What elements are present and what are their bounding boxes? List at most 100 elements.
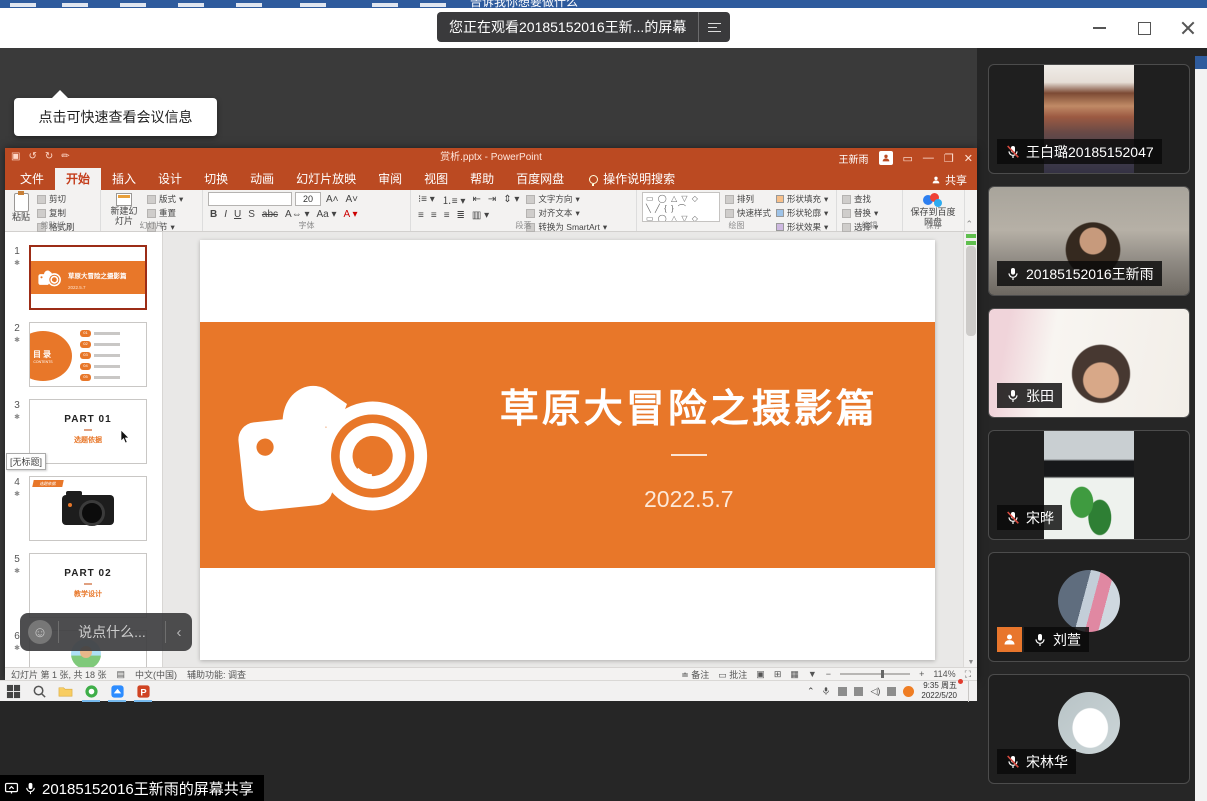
zoom-in-button[interactable]: + bbox=[919, 669, 924, 679]
decrease-indent-button[interactable]: ⇤ bbox=[470, 194, 482, 205]
shape-gallery[interactable]: ▭ ◯ △ ▽ ◇╲ ╱ { } ⌒▭ ◯ △ ▽ ◇ bbox=[642, 192, 720, 222]
text-direction-button[interactable]: 文字方向 ▾ bbox=[526, 193, 607, 205]
language-status[interactable]: 中文(中国) bbox=[135, 668, 177, 681]
participant-tile-1[interactable]: 王白璐20185152047 bbox=[988, 64, 1190, 174]
font-size-select[interactable]: 20 bbox=[295, 192, 321, 206]
tab-insert[interactable]: 插入 bbox=[101, 168, 147, 190]
tab-design[interactable]: 设计 bbox=[147, 168, 193, 190]
tray-icon[interactable] bbox=[838, 687, 847, 696]
main-slide[interactable]: 草原大冒险之摄影篇 2022.5.7 bbox=[200, 240, 935, 660]
tab-home[interactable]: 开始 bbox=[55, 168, 101, 190]
fit-slide-icon[interactable]: ⛶ bbox=[965, 669, 971, 680]
character-spacing-button[interactable]: A⇔ ▾ bbox=[283, 209, 311, 220]
canvas-scrollbar[interactable]: ▲ ▼ bbox=[963, 232, 977, 667]
participant-tile-4[interactable]: 宋晔 bbox=[988, 430, 1190, 540]
slide-thumb-2[interactable]: 2✱ 目录 CONTENTS 01 02 03 04 bbox=[5, 322, 162, 387]
scrollbar-thumb[interactable] bbox=[966, 246, 976, 336]
quick-styles-button[interactable]: 快速样式 bbox=[725, 207, 771, 219]
view-reading-icon[interactable]: ▦ bbox=[790, 669, 799, 680]
font-name-select[interactable] bbox=[208, 192, 292, 206]
maximize-button[interactable] bbox=[1137, 21, 1151, 35]
slide-thumbnail-panel[interactable]: 1✱ 草原大冒险之摄影篇2022.5.7 2✱ bbox=[5, 232, 163, 667]
view-normal-icon[interactable]: ▣ bbox=[756, 669, 765, 680]
zoom-slider[interactable] bbox=[840, 673, 910, 675]
show-desktop-button[interactable] bbox=[968, 681, 973, 702]
close-button[interactable] bbox=[1181, 21, 1195, 35]
meeting-app-icon[interactable] bbox=[104, 681, 130, 702]
view-slideshow-icon[interactable]: ▼ bbox=[808, 669, 817, 679]
accessibility-status[interactable]: 辅助功能: 调查 bbox=[187, 668, 246, 681]
chat-collapse-button[interactable]: ‹ bbox=[166, 624, 192, 641]
tell-me-search[interactable]: 操作说明搜索 bbox=[589, 168, 675, 190]
banner-menu-icon[interactable] bbox=[698, 12, 730, 42]
participant-tile-3[interactable]: 张田 bbox=[988, 308, 1190, 418]
increase-indent-button[interactable]: ⇥ bbox=[486, 194, 498, 205]
tab-animations[interactable]: 动画 bbox=[239, 168, 285, 190]
numbering-button[interactable]: ⒈≡ ▾ bbox=[440, 192, 468, 207]
font-color-button[interactable]: A ▾ bbox=[342, 209, 360, 220]
emoji-icon[interactable]: ☺ bbox=[28, 620, 52, 644]
tab-file[interactable]: 文件 bbox=[9, 168, 55, 190]
change-case-button[interactable]: Aa ▾ bbox=[315, 209, 339, 220]
tray-360-icon[interactable] bbox=[903, 686, 914, 697]
chat-input-overlay[interactable]: ☺ 说点什么... ‹ bbox=[20, 613, 192, 651]
participant-tile-2[interactable]: 20185152016王新雨 bbox=[988, 186, 1190, 296]
powerpoint-taskbar-icon[interactable]: P bbox=[130, 681, 156, 702]
collapse-ribbon-icon[interactable]: ⌃ bbox=[965, 219, 973, 230]
scroll-down-icon[interactable]: ▼ bbox=[964, 659, 978, 666]
notes-toggle[interactable]: ≐ 备注 bbox=[681, 668, 709, 681]
start-button[interactable] bbox=[0, 681, 26, 702]
tab-view[interactable]: 视图 bbox=[413, 168, 459, 190]
participant-tile-5[interactable]: 刘萱 bbox=[988, 552, 1190, 662]
comments-toggle[interactable]: ▭ 批注 bbox=[718, 668, 747, 681]
participant-tile-6[interactable]: 宋林华 bbox=[988, 674, 1190, 784]
taskbar-clock[interactable]: 9:35 周五 2022/5/20 bbox=[921, 681, 961, 700]
browser-icon[interactable] bbox=[78, 681, 104, 702]
strikethrough-button[interactable]: abc bbox=[260, 209, 280, 220]
slide-canvas[interactable]: 草原大冒险之摄影篇 2022.5.7 bbox=[163, 232, 963, 667]
notes-page-icon[interactable]: ▤ bbox=[117, 669, 126, 680]
shrink-font-button[interactable]: A˅ bbox=[344, 194, 361, 205]
tab-transitions[interactable]: 切换 bbox=[193, 168, 239, 190]
tray-mic-icon[interactable] bbox=[821, 685, 831, 697]
tab-review[interactable]: 审阅 bbox=[367, 168, 413, 190]
tray-volume-icon[interactable]: ◁) bbox=[870, 686, 880, 697]
slide-thumb-4[interactable]: 4✱ 选题依据 bbox=[5, 476, 162, 541]
cut-button[interactable]: 剪切 bbox=[37, 193, 75, 205]
bold-button[interactable]: B bbox=[208, 209, 219, 220]
copy-button[interactable]: 复制 bbox=[37, 207, 75, 219]
underline-button[interactable]: U bbox=[232, 209, 243, 220]
ppt-account-avatar[interactable] bbox=[879, 151, 893, 165]
ppt-minimize-button[interactable]: — bbox=[923, 152, 934, 164]
search-icon[interactable] bbox=[26, 681, 52, 702]
file-explorer-icon[interactable] bbox=[52, 681, 78, 702]
tab-slideshow[interactable]: 幻灯片放映 bbox=[285, 168, 367, 190]
bullets-button[interactable]: ⁝≡ ▾ bbox=[416, 194, 437, 205]
reset-button[interactable]: 重置 bbox=[147, 207, 183, 219]
shape-outline-button[interactable]: 形状轮廓 ▾ bbox=[776, 207, 828, 219]
tray-network-icon[interactable] bbox=[887, 687, 896, 696]
slide-thumb-1[interactable]: 1✱ 草原大冒险之摄影篇2022.5.7 bbox=[5, 245, 162, 310]
italic-button[interactable]: I bbox=[222, 209, 229, 220]
ppt-restore-button[interactable]: ❐ bbox=[944, 152, 954, 165]
zoom-percentage[interactable]: 114% bbox=[933, 669, 955, 679]
tray-expand-icon[interactable]: ⌃ bbox=[807, 686, 815, 697]
grow-font-button[interactable]: A˄ bbox=[324, 194, 341, 205]
slide-thumb-5[interactable]: 5✱ PART 02 教学设计 bbox=[5, 553, 162, 618]
ppt-close-button[interactable]: ✕ bbox=[964, 152, 973, 165]
tray-icon[interactable] bbox=[854, 687, 863, 696]
text-shadow-button[interactable]: S bbox=[246, 209, 257, 220]
ppt-account-name[interactable]: 王新雨 bbox=[839, 151, 869, 166]
watching-banner[interactable]: 您正在观看20185152016王新...的屏幕 bbox=[437, 12, 730, 42]
layout-button[interactable]: 版式 ▾ bbox=[147, 193, 183, 205]
arrange-button[interactable]: 排列 bbox=[725, 193, 771, 205]
line-spacing-button[interactable]: ⇕ ▾ bbox=[501, 194, 521, 205]
tab-help[interactable]: 帮助 bbox=[459, 168, 505, 190]
ppt-share-button[interactable]: 共享 bbox=[931, 172, 967, 188]
tab-baidu-netdisk[interactable]: 百度网盘 bbox=[505, 168, 575, 190]
align-text-button[interactable]: 对齐文本 ▾ bbox=[526, 207, 607, 219]
ppt-ribbon-display-icon[interactable]: ▭ bbox=[903, 152, 913, 165]
shape-fill-button[interactable]: 形状填充 ▾ bbox=[776, 193, 828, 205]
minimize-button[interactable] bbox=[1093, 21, 1107, 35]
replace-button[interactable]: 替换 ▾ bbox=[842, 207, 878, 219]
